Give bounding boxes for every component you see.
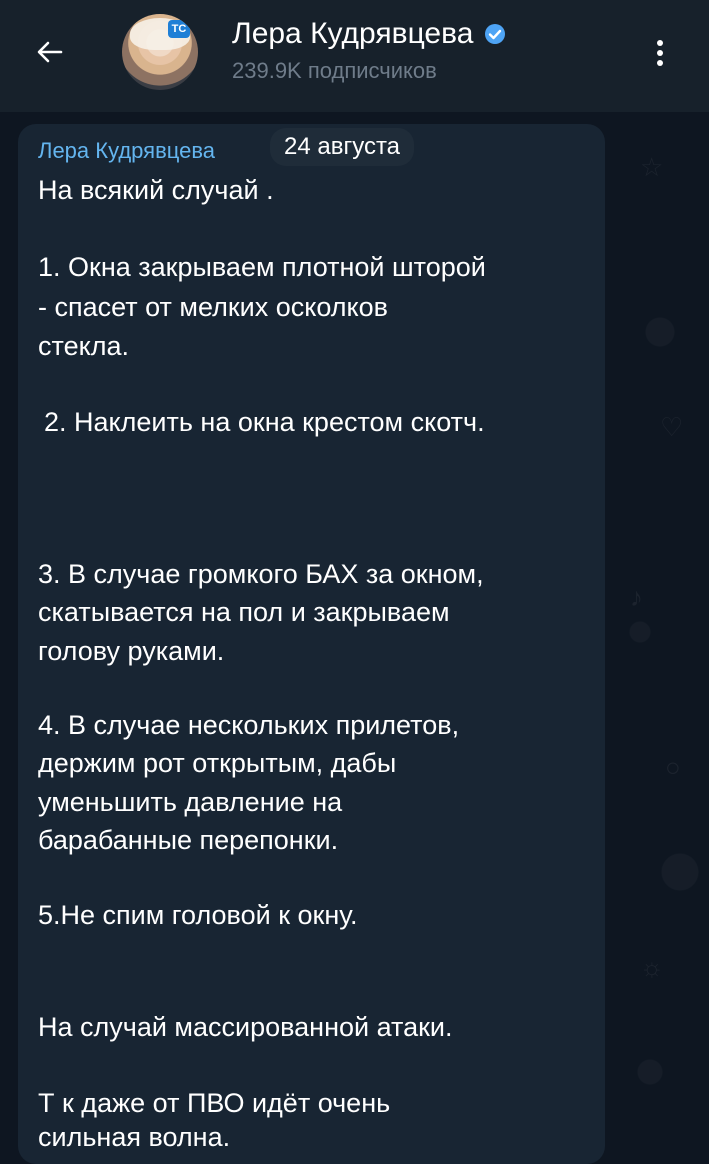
message-line: барабанные перепонки. (38, 825, 339, 855)
message-line: уменьшить давление на (38, 787, 343, 817)
doodle-circle-icon: ○ (665, 752, 681, 782)
doodle-note-icon: ♪ (630, 582, 643, 612)
avatar[interactable]: TC (122, 14, 198, 90)
message-line: сильная волна. (38, 1122, 231, 1152)
message-line: голову руками. (38, 636, 225, 666)
message-line: На случай массированной атаки. (38, 1012, 453, 1042)
message-line: 2. Наклеить на окна крестом скотч. (44, 407, 485, 437)
message-line: скатывается на пол и закрываем (38, 597, 450, 627)
channel-info[interactable]: Лера Кудрявцева 239.9K подписчиков (232, 16, 506, 84)
message-date: 24 августа (270, 128, 415, 166)
message-author[interactable]: Лера Кудрявцева (38, 138, 215, 164)
doodle-heart-icon: ♡ (660, 412, 684, 442)
message-line: Т к даже от ПВО идёт очень (38, 1088, 391, 1118)
message-line: На всякий случай . (38, 175, 274, 205)
channel-name: Лера Кудрявцева (232, 17, 474, 50)
avatar-badge: TC (168, 20, 190, 38)
doodle-sun-icon: ☼ (640, 952, 664, 982)
message-line: стекла. (38, 331, 129, 361)
more-menu-button[interactable] (640, 30, 680, 76)
verified-check-icon (484, 24, 505, 44)
message-line: 1. Окна закрываем плотной шторой (38, 252, 486, 282)
back-button[interactable] (28, 30, 72, 74)
message-line: - спасет от мелких осколков (38, 292, 389, 322)
doodle-star-icon: ☆ (640, 152, 664, 182)
more-vertical-icon (657, 40, 663, 66)
message-line: 4. В случае нескольких прилетов, (38, 710, 460, 740)
message-line: 3. В случае громкого БАХ за окном, (38, 559, 484, 589)
arrow-left-icon (37, 41, 63, 63)
message-line: 5.Не спим головой к окну. (38, 900, 358, 930)
subscriber-count: 239.9K подписчиков (232, 58, 437, 83)
chat-header: TC Лера Кудрявцева 239.9K подписчиков (0, 0, 709, 112)
message-line: держим рот открытым, дабы (38, 748, 397, 778)
